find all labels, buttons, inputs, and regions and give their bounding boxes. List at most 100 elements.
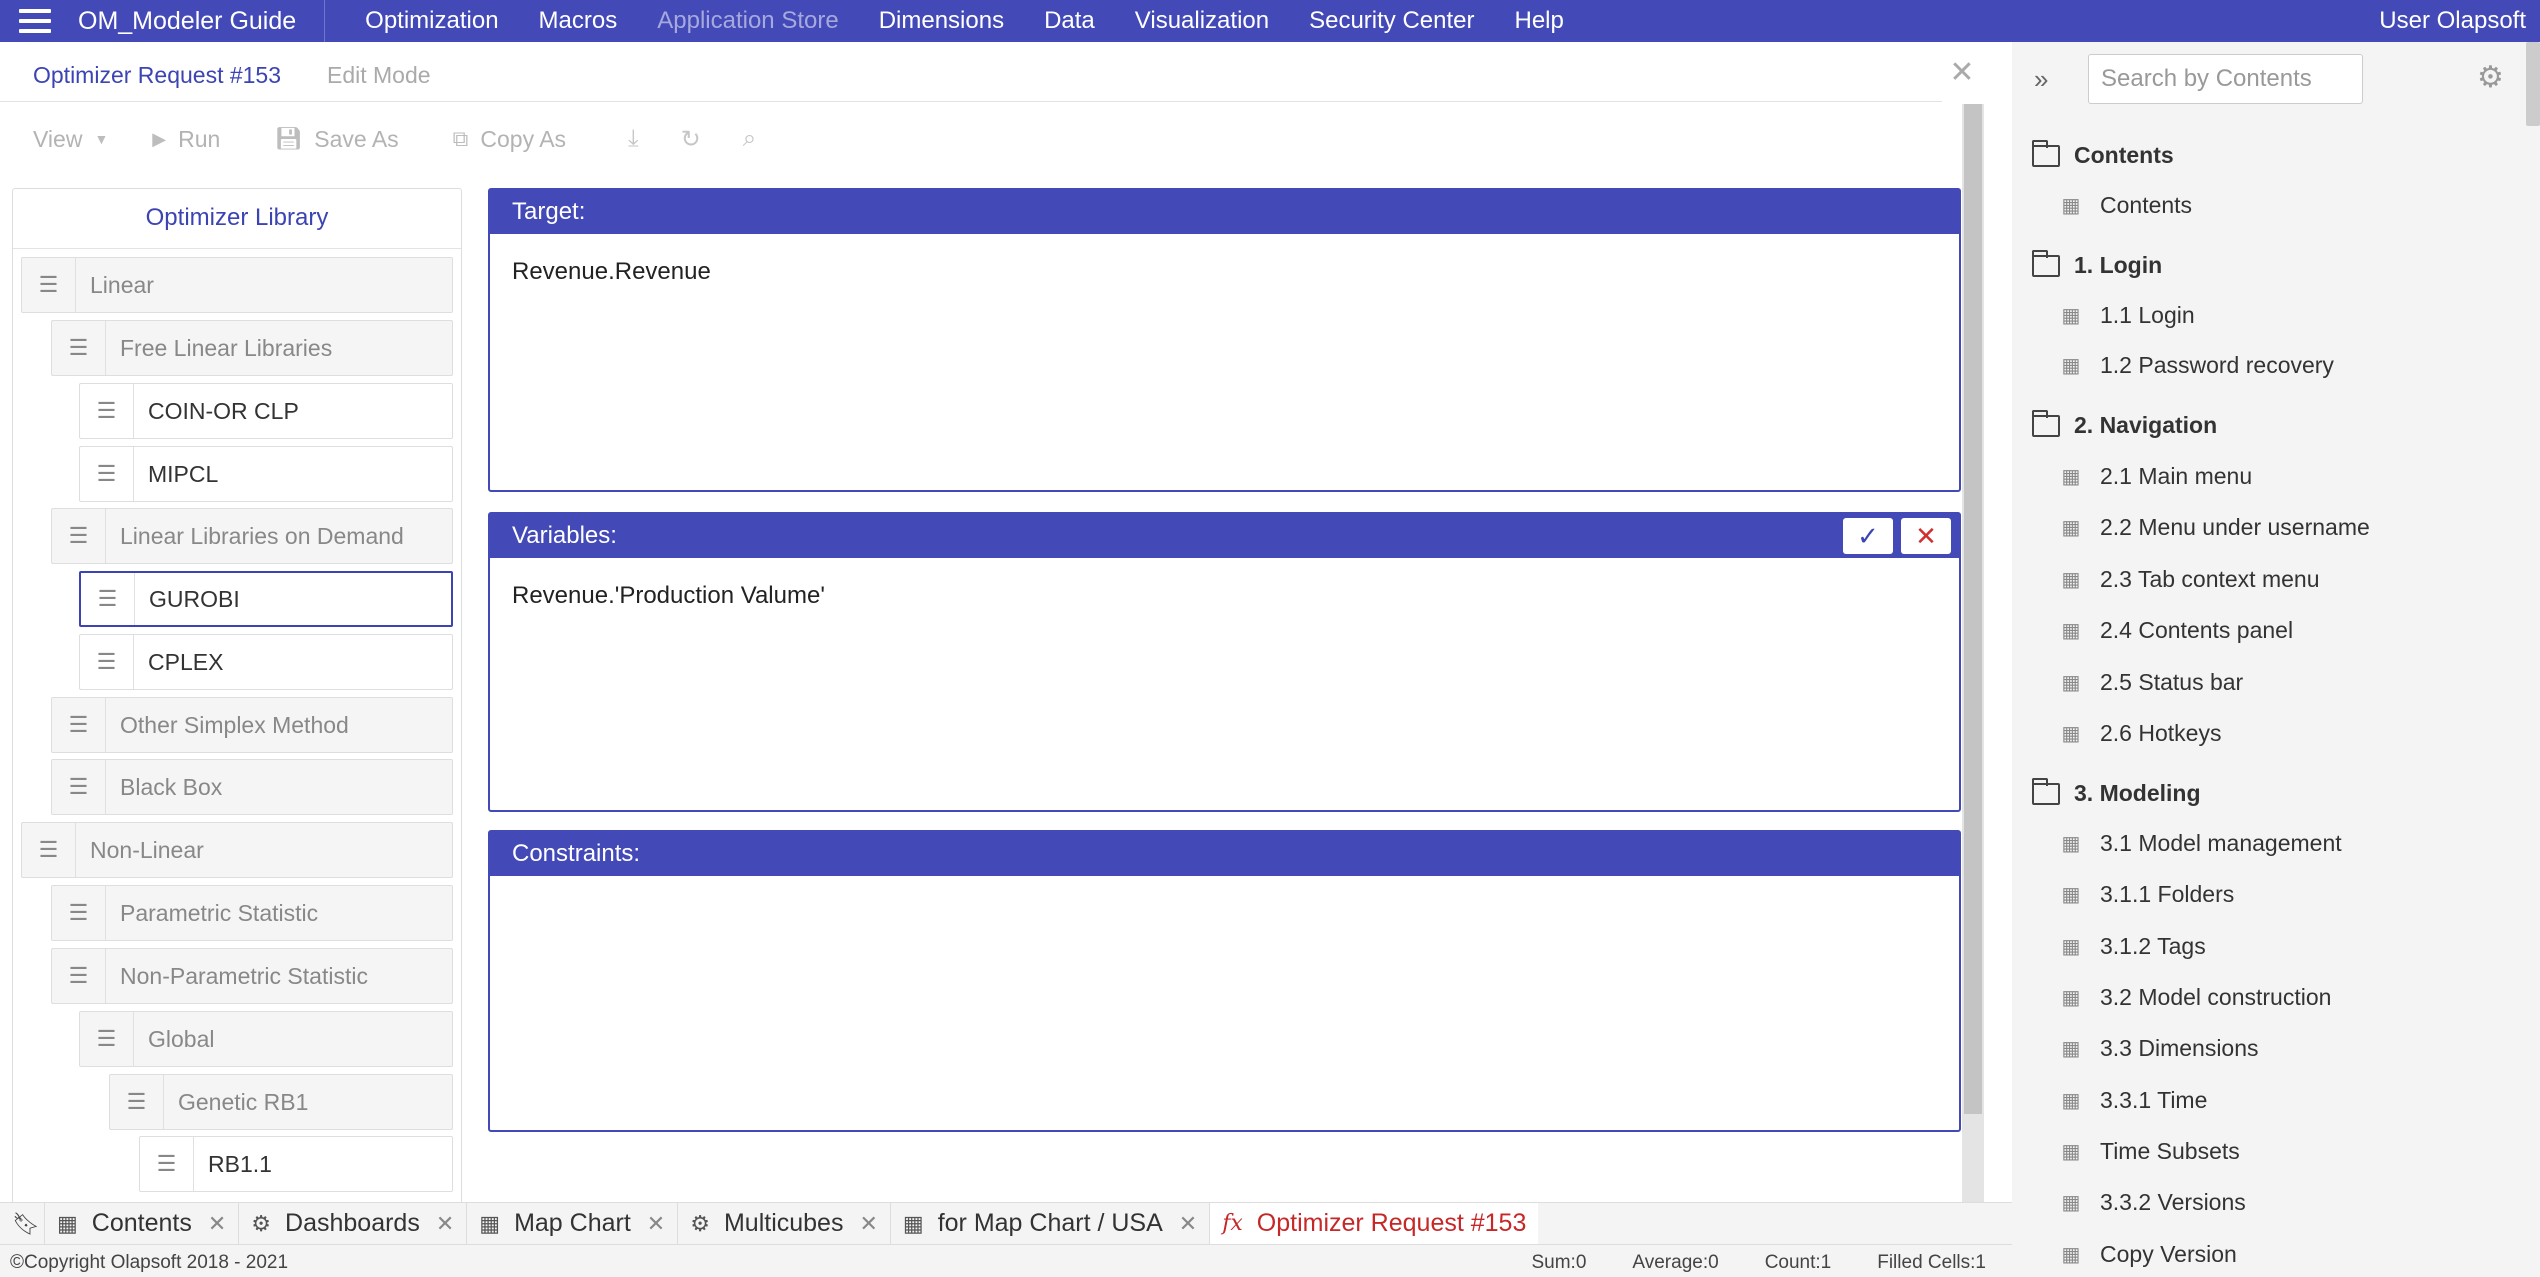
constraints-editor[interactable] [490, 876, 1959, 924]
contents-item[interactable]: ▦ 1.1 Login [2060, 302, 2195, 329]
contents-item[interactable]: ▦ 3.1.2 Tags [2060, 933, 2206, 960]
library-item-linear-on-demand[interactable]: ☰ Linear Libraries on Demand [51, 508, 453, 564]
item-label: 3.3 Dimensions [2100, 1035, 2259, 1061]
close-icon[interactable]: ✕ [208, 1211, 226, 1237]
library-item-non-linear[interactable]: ☰ Non-Linear [21, 822, 453, 878]
run-label: Run [178, 125, 221, 152]
main-scrollbar-thumb[interactable] [1964, 104, 1982, 1114]
save-as-button[interactable]: 💾︎ Save As [274, 126, 398, 153]
contents-folder[interactable]: Contents [2032, 139, 2174, 169]
contents-item[interactable]: ▦ 3.1.1 Folders [2060, 881, 2235, 908]
view-dropdown[interactable]: View ▼ [33, 126, 108, 153]
menu-data[interactable]: Data [1024, 0, 1115, 42]
bottom-tab-bar: 🔖︎ ▦ Contents ✕ ⚙ Dashboards ✕ ▦ Map Cha… [0, 1202, 2012, 1245]
user-menu[interactable]: User Olapsoft [2379, 0, 2540, 42]
menu-help[interactable]: Help [1495, 0, 1584, 42]
contents-item[interactable]: ▦ 2.1 Main menu [2060, 463, 2253, 490]
library-item-black-box[interactable]: ☰ Black Box [51, 759, 453, 815]
download-icon[interactable]: ⤓ [628, 125, 639, 153]
tab-map-chart[interactable]: ▦ Map Chart ✕ [466, 1202, 677, 1245]
item-label: 3.1 Model management [2100, 830, 2342, 856]
confirm-check-icon[interactable]: ✓ [1843, 518, 1893, 554]
contents-folder[interactable]: 2. Navigation [2032, 409, 2217, 439]
library-item-gurobi[interactable]: ☰ GUROBI [79, 571, 453, 627]
contents-item[interactable]: ▦ 2.6 Hotkeys [2060, 720, 2222, 747]
close-icon[interactable]: ✕ [1179, 1211, 1197, 1237]
contents-item[interactable]: ▦ Time Subsets [2060, 1138, 2240, 1165]
close-icon[interactable]: ✕ [859, 1211, 877, 1237]
library-item-cplex[interactable]: ☰ CPLEX [79, 634, 453, 690]
contents-folder[interactable]: 1. Login [2032, 249, 2162, 279]
tab-optimizer-request[interactable]: fx Optimizer Request #153 [1209, 1202, 1539, 1245]
menu-dimensions[interactable]: Dimensions [859, 0, 1024, 42]
tab-multicubes[interactable]: ⚙ Multicubes ✕ [677, 1202, 890, 1245]
library-item-coin-or-clp[interactable]: ☰ COIN-OR CLP [79, 383, 453, 439]
hamburger-menu-icon[interactable] [0, 0, 70, 42]
search-icon[interactable]: ⌕ [743, 125, 756, 153]
refresh-icon[interactable]: ↻ [681, 125, 701, 154]
close-icon[interactable]: ✕ [436, 1211, 454, 1237]
list-icon: ☰ [52, 321, 106, 375]
library-item-other-simplex[interactable]: ☰ Other Simplex Method [51, 697, 453, 753]
library-item-genetic-rb1[interactable]: ☰ Genetic RB1 [109, 1074, 453, 1130]
contents-item[interactable]: ▦ 2.4 Contents panel [2060, 617, 2294, 644]
contents-item[interactable]: ▦ Copy Version [2060, 1241, 2237, 1268]
library-item-parametric[interactable]: ☰ Parametric Statistic [51, 885, 453, 941]
tab-map-chart-usa[interactable]: ▦ for Map Chart / USA ✕ [889, 1202, 1209, 1245]
list-icon: ☰ [80, 384, 134, 438]
contents-item[interactable]: ▦ 3.2 Model construction [2060, 984, 2332, 1011]
gear-icon[interactable]: ⚙ [2477, 60, 2504, 95]
tab-contents[interactable]: ▦ Contents ✕ [44, 1202, 238, 1245]
list-icon: ☰ [52, 760, 106, 814]
tab-dashboards[interactable]: ⚙ Dashboards ✕ [238, 1202, 466, 1245]
bookmark-icon[interactable]: 🔖︎ [8, 1211, 44, 1237]
contents-scrollbar-thumb[interactable] [2526, 42, 2540, 126]
menu-visualization[interactable]: Visualization [1115, 0, 1289, 42]
status-filled-cells: Filled Cells:1 [1877, 1252, 1986, 1273]
menu-macros[interactable]: Macros [519, 0, 638, 42]
double-chevron-right-icon[interactable]: » [2034, 64, 2048, 95]
contents-item[interactable]: ▦ 2.3 Tab context menu [2060, 566, 2320, 593]
cancel-x-icon[interactable]: ✕ [1901, 518, 1951, 554]
close-icon[interactable]: ✕ [1948, 58, 1976, 88]
item-label: 3.1.1 Folders [2100, 881, 2235, 907]
menu-security-center[interactable]: Security Center [1289, 0, 1494, 42]
document-icon: ▦ [2061, 1090, 2081, 1112]
library-item-non-parametric[interactable]: ☰ Non-Parametric Statistic [51, 948, 453, 1004]
menu-optimization[interactable]: Optimization [345, 0, 518, 42]
top-nav-bar: OM_Modeler Guide Optimization Macros App… [0, 0, 2540, 42]
main-area: Optimizer Request #153 Edit Mode ✕ View … [0, 42, 2012, 1242]
list-icon: ☰ [22, 258, 76, 312]
library-item-rb1-1[interactable]: ☰ RB1.1 [139, 1136, 453, 1192]
list-icon: ☰ [52, 509, 106, 563]
grid-icon: ▦ [902, 1210, 924, 1236]
library-item-linear[interactable]: ☰ Linear [21, 257, 453, 313]
library-item-global[interactable]: ☰ Global [79, 1011, 453, 1067]
list-icon: ☰ [22, 823, 76, 877]
contents-item[interactable]: ▦ 2.2 Menu under username [2060, 514, 2370, 541]
contents-folder[interactable]: 3. Modeling [2032, 777, 2201, 807]
menu-application-store[interactable]: Application Store [637, 0, 858, 42]
app-title[interactable]: OM_Modeler Guide [70, 0, 326, 42]
copy-as-button[interactable]: ⧉ Copy As [453, 126, 566, 153]
variables-editor[interactable]: Revenue.'Production Valume' [490, 558, 1959, 634]
library-item-label: Black Box [120, 773, 223, 800]
contents-item[interactable]: ▦ Contents [2060, 192, 2193, 219]
run-button[interactable]: ▶ Run [152, 126, 220, 153]
status-average: Average:0 [1632, 1252, 1719, 1273]
edit-mode-label[interactable]: Edit Mode [327, 62, 431, 89]
contents-item[interactable]: ▦ 3.3 Dimensions [2060, 1035, 2259, 1062]
contents-panel: » ⚙ Contents ▦ Contents 1. Login ▦ 1.1 L… [2012, 42, 2540, 1277]
close-icon[interactable]: ✕ [647, 1211, 665, 1237]
contents-item[interactable]: ▦ 3.3.2 Versions [2060, 1189, 2246, 1216]
library-item-free-linear[interactable]: ☰ Free Linear Libraries [51, 320, 453, 376]
contents-item[interactable]: ▦ 1.2 Password recovery [2060, 352, 2334, 379]
contents-item[interactable]: ▦ 3.3.1 Time [2060, 1087, 2208, 1114]
library-item-mipcl[interactable]: ☰ MIPCL [79, 446, 453, 502]
contents-item[interactable]: ▦ 2.5 Status bar [2060, 669, 2244, 696]
contents-search-input[interactable] [2088, 54, 2363, 104]
contents-item[interactable]: ▦ 3.1 Model management [2060, 830, 2342, 857]
target-editor[interactable]: Revenue.Revenue [490, 234, 1959, 310]
copy-as-label: Copy As [480, 125, 567, 152]
save-as-label: Save As [314, 125, 399, 152]
